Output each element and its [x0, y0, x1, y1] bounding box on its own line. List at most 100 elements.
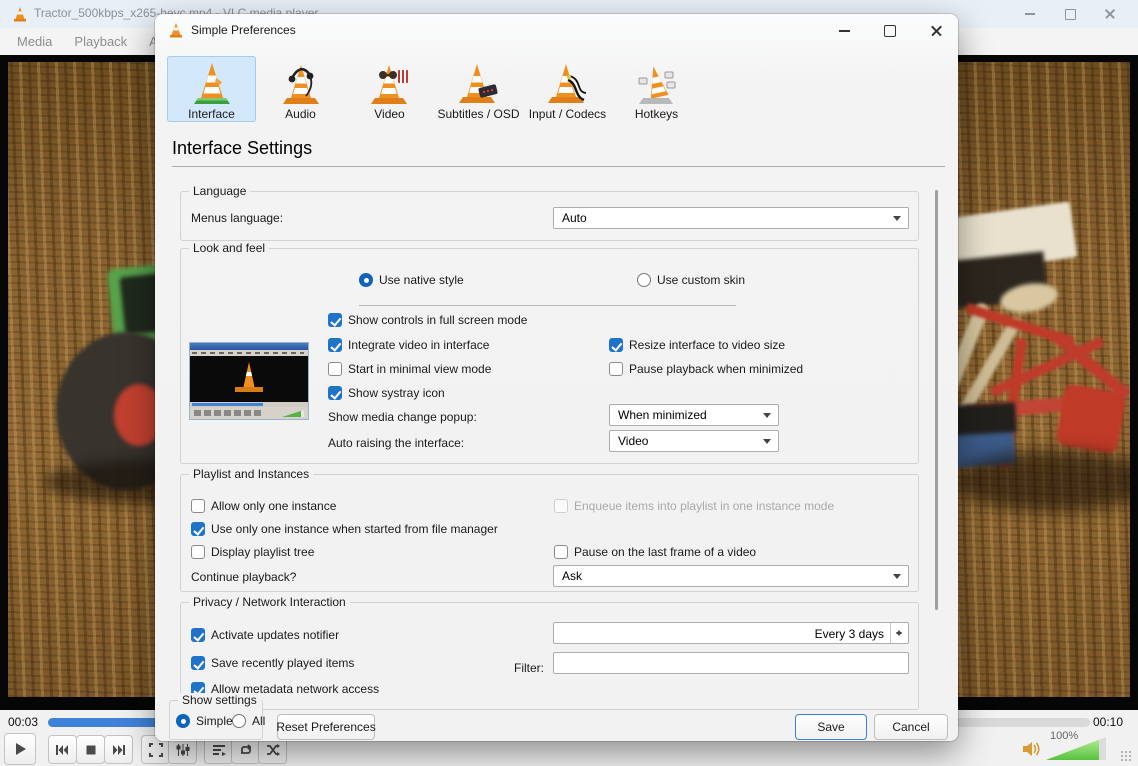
checkbox-one-instance[interactable]: Allow only one instance	[191, 499, 336, 513]
stop-button[interactable]	[76, 735, 105, 764]
group-title: Language	[189, 184, 250, 198]
media-change-popup-select[interactable]: When minimized	[609, 404, 779, 426]
play-button[interactable]	[4, 733, 36, 765]
audio-cone-icon	[281, 60, 321, 106]
radio-label: Simple	[196, 714, 233, 728]
radio-icon	[637, 273, 651, 287]
checkbox-icon	[191, 522, 205, 536]
checkbox-file-manager-instance[interactable]: Use only one instance when started from …	[191, 522, 498, 536]
continue-playback-select[interactable]: Ask	[553, 565, 909, 587]
window-minimize-button[interactable]	[1010, 0, 1050, 28]
menu-playback[interactable]: Playback	[65, 31, 136, 52]
updates-interval-spinbox[interactable]: Every 3 days	[553, 622, 909, 644]
checkbox-pause-minimized[interactable]: Pause playback when minimized	[609, 362, 803, 376]
radio-all-settings[interactable]: All	[232, 714, 265, 728]
filter-label: Filter:	[514, 661, 544, 675]
next-icon	[111, 744, 126, 756]
tab-video[interactable]: Video	[345, 56, 434, 122]
scrollbar-thumb[interactable]	[935, 190, 938, 610]
dialog-cone-icon	[168, 22, 184, 38]
checkbox-fullscreen-controls[interactable]: Show controls in full screen mode	[328, 313, 527, 327]
playlist-icon	[212, 744, 226, 756]
fullscreen-icon	[149, 743, 163, 757]
checkbox-updates-notifier[interactable]: Activate updates notifier	[191, 628, 339, 642]
loop-icon	[239, 744, 253, 756]
playlist-instances-group: Playlist and Instances Allow only one in…	[180, 474, 919, 592]
menu-media[interactable]: Media	[8, 31, 61, 52]
filter-input[interactable]	[553, 652, 909, 674]
checkbox-icon	[609, 362, 623, 376]
video-cone-icon	[370, 60, 410, 106]
radio-custom-skin[interactable]: Use custom skin	[637, 273, 745, 287]
dialog-close-button[interactable]	[919, 19, 953, 43]
checkbox-resize-interface[interactable]: Resize interface to video size	[609, 338, 785, 352]
next-button[interactable]	[104, 735, 133, 764]
maximize-icon	[1065, 9, 1076, 20]
vlc-cone-icon	[12, 6, 28, 22]
heading-divider	[172, 166, 945, 167]
group-title: Playlist and Instances	[189, 467, 313, 481]
selected-value: Auto	[562, 211, 587, 225]
tab-interface[interactable]: Interface	[167, 56, 256, 122]
play-icon	[12, 741, 28, 757]
radio-native-style[interactable]: Use native style	[359, 273, 464, 287]
radio-simple-settings[interactable]: Simple	[176, 714, 233, 728]
checkbox-label: Resize interface to video size	[629, 338, 785, 352]
checkbox-systray[interactable]: Show systray icon	[328, 386, 445, 400]
look-and-feel-group: Look and feel Use native style Use custo…	[180, 248, 919, 464]
checkbox-label: Allow only one instance	[211, 499, 336, 513]
interface-preview-image	[189, 342, 309, 420]
maximize-icon	[884, 25, 896, 37]
checkbox-pause-last-frame[interactable]: Pause on the last frame of a video	[554, 545, 756, 559]
media-change-popup-label: Show media change popup:	[328, 410, 477, 424]
machine-shadow	[954, 450, 1130, 512]
checkbox-save-recent[interactable]: Save recently played items	[191, 656, 354, 670]
cancel-button[interactable]: Cancel	[874, 714, 948, 740]
checkbox-icon	[191, 628, 205, 642]
volume-icon[interactable]	[1022, 741, 1042, 757]
auto-raise-select[interactable]: Video	[609, 430, 779, 452]
radio-icon	[176, 714, 190, 728]
language-group: Language Menus language: Auto	[180, 191, 919, 241]
checkbox-playlist-tree[interactable]: Display playlist tree	[191, 545, 314, 559]
group-title: Show settings	[178, 693, 261, 707]
spinbox-value: Every 3 days	[815, 627, 884, 641]
checkbox-icon	[191, 656, 205, 670]
previous-button[interactable]	[48, 735, 77, 764]
checkbox-icon	[328, 362, 342, 376]
simple-preferences-dialog: Simple Preferences Interface	[155, 14, 958, 741]
checkbox-icon	[609, 338, 623, 352]
tab-subtitles-osd[interactable]: Subtitles / OSD	[434, 56, 523, 122]
checkbox-label: Enqueue items into playlist in one insta…	[574, 499, 834, 513]
menus-language-label: Menus language:	[191, 211, 283, 225]
hotkeys-cone-icon	[637, 60, 677, 106]
checkbox-enqueue-one-instance: Enqueue items into playlist in one insta…	[554, 499, 834, 513]
checkbox-integrate-video[interactable]: Integrate video in interface	[328, 338, 489, 352]
total-time: 00:10	[1093, 715, 1123, 729]
radio-label: Use custom skin	[657, 273, 745, 287]
window-maximize-button[interactable]	[1050, 0, 1090, 28]
dialog-maximize-button[interactable]	[873, 19, 907, 43]
group-title: Privacy / Network Interaction	[189, 595, 350, 609]
checkbox-icon	[328, 313, 342, 327]
checkbox-label: Display playlist tree	[211, 545, 314, 559]
resize-grip-icon[interactable]	[1120, 750, 1132, 762]
menus-language-select[interactable]: Auto	[553, 207, 909, 229]
tab-hotkeys[interactable]: Hotkeys	[612, 56, 701, 122]
group-title: Look and feel	[189, 241, 269, 255]
vlc-main-window: Tractor_500kbps_x265-hevc.mp4 - VLC medi…	[0, 0, 1138, 766]
checkbox-label: Show controls in full screen mode	[348, 313, 527, 327]
reset-preferences-button[interactable]: Reset Preferences	[277, 714, 375, 740]
close-icon	[1104, 8, 1116, 20]
dialog-minimize-button[interactable]	[827, 19, 861, 43]
tab-audio[interactable]: Audio	[256, 56, 345, 122]
radio-icon	[232, 714, 246, 728]
stop-icon	[85, 744, 97, 756]
window-close-button[interactable]	[1090, 0, 1130, 28]
checkbox-minimal-view[interactable]: Start in minimal view mode	[328, 362, 491, 376]
checkbox-label: Start in minimal view mode	[348, 362, 491, 376]
tab-input-codecs[interactable]: Input / Codecs	[523, 56, 612, 122]
spinner-buttons[interactable]	[890, 623, 908, 643]
save-button[interactable]: Save	[795, 714, 867, 740]
radio-icon	[359, 273, 373, 287]
